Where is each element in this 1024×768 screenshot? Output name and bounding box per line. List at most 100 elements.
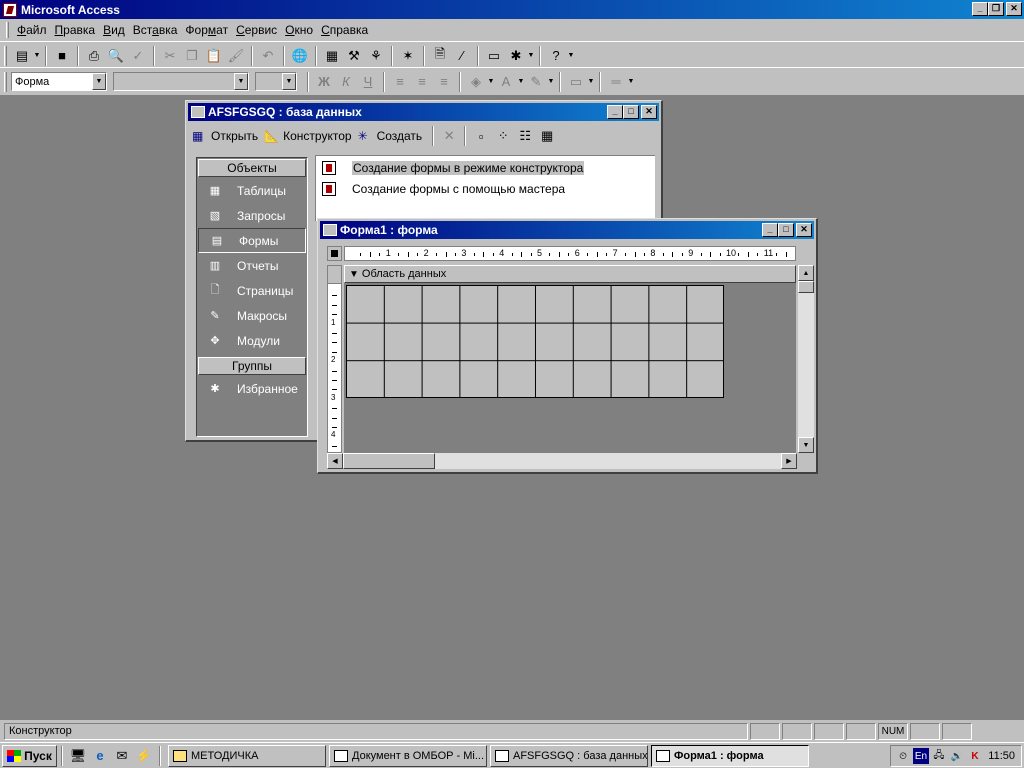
cut-icon[interactable]: ✂: [159, 45, 181, 67]
internet-explorer-icon[interactable]: e: [89, 745, 111, 767]
maximize-button[interactable]: □: [778, 223, 794, 237]
chevron-down-icon[interactable]: ▼: [234, 73, 248, 90]
task-database[interactable]: AFSFGSGQ : база данных: [490, 744, 648, 767]
new-object-dropdown-icon[interactable]: ▼: [527, 52, 535, 59]
close-button[interactable]: ✕: [796, 223, 812, 237]
print-preview-icon[interactable]: 🔍: [105, 45, 127, 67]
font-color-dropdown-icon[interactable]: ▼: [517, 78, 525, 85]
database-icon[interactable]: [191, 106, 205, 118]
object-queries[interactable]: ▧ Запросы: [197, 203, 307, 228]
large-icons-icon[interactable]: ▫: [470, 125, 492, 147]
menu-tools[interactable]: Сервис: [232, 23, 281, 37]
align-right-icon[interactable]: ≡: [433, 71, 455, 93]
task-folder-metodichka[interactable]: МЕТОДИЧКА: [168, 744, 326, 767]
form-icon[interactable]: [323, 224, 337, 236]
minimize-button[interactable]: _: [762, 223, 778, 237]
access-app-icon[interactable]: [3, 2, 17, 17]
close-button[interactable]: ✕: [641, 105, 657, 119]
list-view-icon[interactable]: ☷: [514, 125, 536, 147]
fill-color-dropdown-icon[interactable]: ▼: [487, 78, 495, 85]
help-icon[interactable]: ?: [545, 45, 567, 67]
view-dropdown-icon[interactable]: ▼: [33, 52, 41, 59]
minimize-button[interactable]: _: [972, 2, 988, 16]
view-icon[interactable]: ▤: [11, 45, 33, 67]
volume-icon[interactable]: 🔊: [949, 748, 965, 764]
language-indicator[interactable]: En: [913, 748, 929, 764]
create-button[interactable]: ✳ Создать: [358, 129, 423, 143]
detail-section-bar[interactable]: ▼ Область данных: [344, 265, 796, 283]
close-button[interactable]: ✕: [1006, 2, 1022, 16]
list-item[interactable]: Создание формы в режиме конструктора: [316, 158, 655, 177]
format-painter-icon[interactable]: 🖌: [225, 45, 247, 67]
toolbar-grip[interactable]: [4, 71, 7, 92]
align-center-icon[interactable]: ≡: [411, 71, 433, 93]
border-style-dropdown-icon[interactable]: ▼: [587, 78, 595, 85]
menu-window[interactable]: Окно: [281, 23, 317, 37]
italic-button[interactable]: К: [335, 71, 357, 93]
minimize-button[interactable]: _: [607, 105, 623, 119]
help-dropdown-icon[interactable]: ▼: [567, 52, 575, 59]
font-combo[interactable]: ▼: [113, 72, 249, 91]
task-form[interactable]: Форма1 : форма: [651, 744, 809, 767]
border-style-icon[interactable]: ▭: [565, 71, 587, 93]
print-icon[interactable]: ⎙: [83, 45, 105, 67]
scroll-left-icon[interactable]: ◀: [327, 453, 343, 469]
form-selector[interactable]: [327, 246, 342, 261]
vertical-scrollbar[interactable]: ▲ ▼: [798, 265, 814, 453]
small-icons-icon[interactable]: ⁘: [492, 125, 514, 147]
network-icon[interactable]: 🖧: [931, 748, 947, 764]
groups-header[interactable]: Группы: [198, 357, 306, 375]
delete-icon[interactable]: ✕: [438, 125, 460, 147]
undo-icon[interactable]: ↶: [257, 45, 279, 67]
horizontal-scrollbar[interactable]: ◀ ▶: [327, 453, 797, 469]
group-favorites[interactable]: ✱ Избранное: [197, 376, 307, 401]
design-button[interactable]: 📐 Конструктор: [264, 129, 351, 143]
bold-button[interactable]: Ж: [313, 71, 335, 93]
line-width-dropdown-icon[interactable]: ▼: [627, 78, 635, 85]
menu-file[interactable]: Файл: [13, 23, 51, 37]
database-window-title-bar[interactable]: AFSFGSGQ : база данных _ □ ✕: [188, 103, 659, 121]
font-size-combo[interactable]: ▼: [255, 72, 297, 91]
outlook-icon[interactable]: ✉: [111, 745, 133, 767]
line-color-icon[interactable]: ✎: [525, 71, 547, 93]
object-combo[interactable]: Форма ▼: [11, 72, 107, 91]
detail-section-grid[interactable]: [346, 285, 724, 398]
menu-edit[interactable]: Правка: [51, 23, 100, 37]
build-icon[interactable]: ⁄: [451, 45, 473, 67]
object-macros[interactable]: ✎ Макросы: [197, 303, 307, 328]
object-forms[interactable]: ▤ Формы: [198, 228, 306, 253]
scroll-down-icon[interactable]: ▼: [798, 437, 814, 453]
section-selector[interactable]: [328, 266, 341, 284]
task-word-document[interactable]: Документ в ОМБОР - Mi...: [329, 744, 487, 767]
open-button[interactable]: ▦ Открыть: [192, 129, 258, 143]
antivirus-icon[interactable]: K: [967, 748, 983, 764]
hyperlink-icon[interactable]: 🌐: [289, 45, 311, 67]
scroll-up-icon[interactable]: ▲: [798, 265, 814, 281]
object-tables[interactable]: ▦ Таблицы: [197, 178, 307, 203]
chevron-down-icon[interactable]: ▼: [282, 73, 296, 90]
horizontal-ruler[interactable]: 12345678910111: [344, 246, 796, 261]
objects-header[interactable]: Объекты: [198, 159, 306, 177]
field-list-icon[interactable]: ▦: [321, 45, 343, 67]
list-item[interactable]: Создание формы с помощью мастера: [316, 179, 655, 198]
paste-icon[interactable]: 📋: [203, 45, 225, 67]
code-icon[interactable]: ✶: [397, 45, 419, 67]
details-view-icon[interactable]: ▦: [536, 125, 558, 147]
channels-icon[interactable]: ⚡: [133, 745, 155, 767]
database-window-icon[interactable]: ▭: [483, 45, 505, 67]
vertical-ruler[interactable]: 1 2 3 4: [327, 265, 342, 453]
save-icon[interactable]: ■: [51, 45, 73, 67]
form-window-title-bar[interactable]: Форма1 : форма _ □ ✕: [320, 221, 814, 239]
scroll-thumb[interactable]: [798, 281, 814, 293]
menu-insert[interactable]: Вставка: [129, 23, 182, 37]
font-color-icon[interactable]: A: [495, 71, 517, 93]
line-color-dropdown-icon[interactable]: ▼: [547, 78, 555, 85]
align-left-icon[interactable]: ≡: [389, 71, 411, 93]
new-object-icon[interactable]: ✱: [505, 45, 527, 67]
fill-color-icon[interactable]: ◈: [465, 71, 487, 93]
maximize-button[interactable]: □: [623, 105, 639, 119]
underline-button[interactable]: Ч: [357, 71, 379, 93]
toolbar-grip[interactable]: [4, 45, 7, 66]
copy-icon[interactable]: ❐: [181, 45, 203, 67]
scheduler-icon[interactable]: ⏲: [895, 748, 911, 764]
